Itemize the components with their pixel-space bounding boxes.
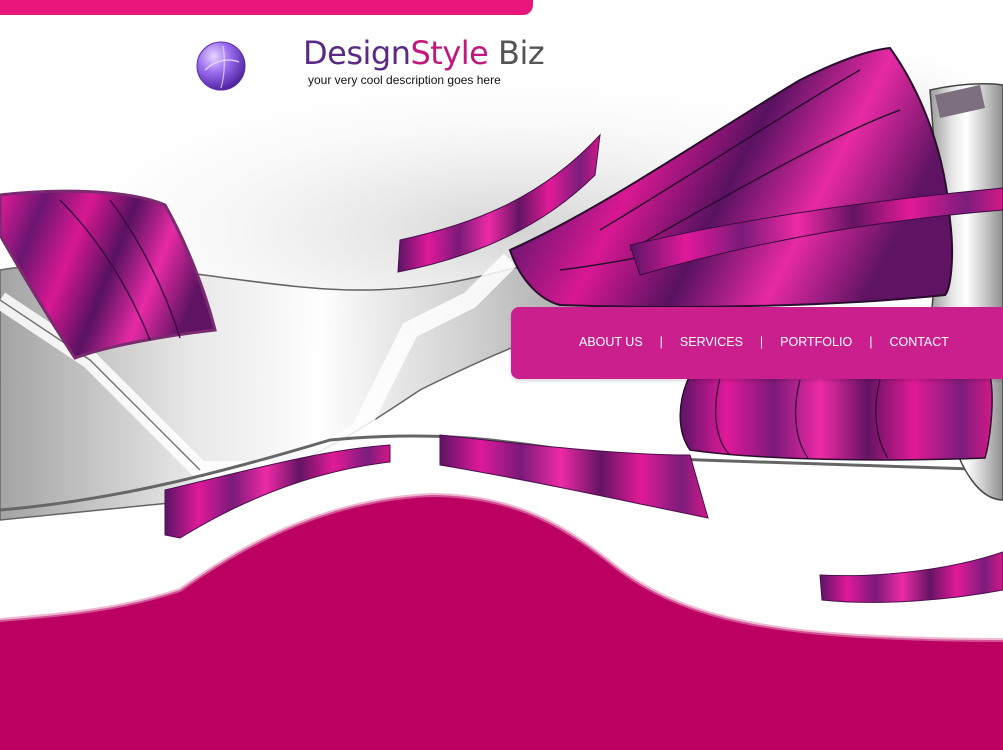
nav-separator: | bbox=[759, 335, 764, 349]
purple-orb-icon[interactable] bbox=[195, 40, 247, 92]
brand-word-style: Style bbox=[410, 34, 489, 72]
brand-word-biz: Biz bbox=[498, 34, 545, 72]
nav-separator: | bbox=[659, 335, 663, 349]
nav-contact[interactable]: CONTACT bbox=[878, 335, 960, 349]
main-nav: ABOUT US | SERVICES | PORTFOLIO | CONTAC… bbox=[568, 335, 960, 349]
nav-services[interactable]: SERVICES bbox=[669, 335, 754, 349]
nav-separator: | bbox=[869, 335, 873, 349]
page: DesignStyle Biz your very cool descripti… bbox=[0, 0, 1003, 750]
site-tagline: your very cool description goes here bbox=[308, 73, 501, 87]
top-accent-strip bbox=[0, 0, 533, 15]
brand-word-design: Design bbox=[303, 34, 411, 72]
nav-portfolio[interactable]: PORTFOLIO bbox=[769, 335, 863, 349]
nav-about-us[interactable]: ABOUT US bbox=[568, 335, 654, 349]
brand-title[interactable]: DesignStyle Biz bbox=[303, 33, 545, 73]
footer-wave bbox=[0, 495, 1003, 750]
